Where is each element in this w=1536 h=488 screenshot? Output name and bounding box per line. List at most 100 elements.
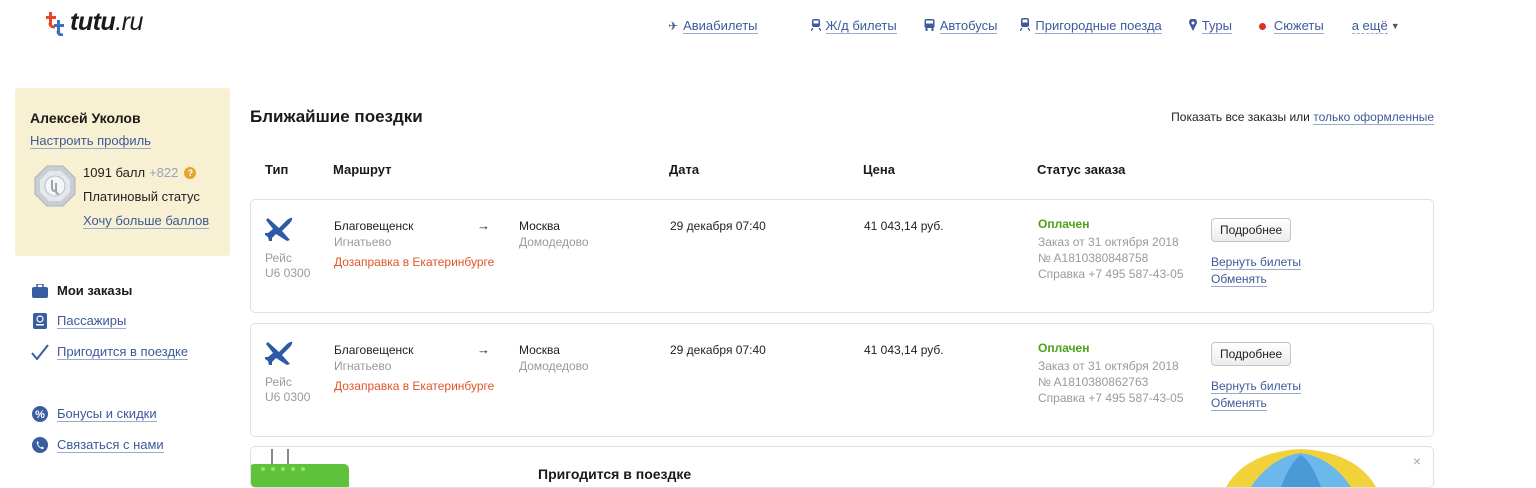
trip-date: 29 декабря 07:40: [670, 219, 766, 233]
route-from: Благовещенск: [334, 219, 414, 233]
profile-settings-link[interactable]: Настроить профиль: [30, 133, 151, 149]
column-header-route: Маршрут: [333, 162, 392, 177]
help-icon[interactable]: ?: [184, 166, 197, 179]
sidebar-item-label: Мои заказы: [57, 283, 133, 298]
trip-price: 41 043,14 руб.: [864, 219, 944, 233]
flight-info: Рейс U6 0300: [265, 251, 310, 281]
order-number: № A1810380862763: [1038, 375, 1149, 389]
sidebar-item-contact[interactable]: Связаться с нами: [31, 437, 164, 453]
column-header-status: Статус заказа: [1037, 162, 1126, 177]
flight-label: Рейс: [265, 375, 292, 389]
trip-price: 41 043,14 руб.: [864, 343, 944, 357]
details-button[interactable]: Подробнее: [1211, 218, 1292, 242]
nav-stories[interactable]: Сюжеты: [1258, 18, 1324, 34]
sidebar-item-label[interactable]: Бонусы и скидки: [57, 406, 157, 422]
order-status: Оплачен: [1038, 217, 1090, 231]
order-date: Заказ от 31 октября 2018: [1038, 359, 1179, 373]
nav-tours[interactable]: Туры: [1188, 17, 1232, 34]
top-nav: ✈ Авиабилеты Ж/д билеты Автобусы Пригоро…: [668, 17, 1400, 34]
order-meta: Заказ от 31 октября 2018 № A181038086276…: [1038, 358, 1184, 406]
order-meta: Заказ от 31 октября 2018 № A181038084875…: [1038, 234, 1184, 282]
sidebar-item-passengers[interactable]: Пассажиры: [31, 313, 127, 329]
return-tickets-link[interactable]: Вернуть билеты: [1211, 379, 1302, 394]
plane-icon: [265, 216, 293, 247]
refuel-note: Дозаправка в Екатеринбурге: [334, 379, 495, 393]
points-plus: +822: [149, 165, 179, 180]
more-points-link[interactable]: Хочу больше баллов: [83, 213, 210, 229]
nav-avia-link[interactable]: Авиабилеты: [683, 18, 758, 34]
caret-down-icon: ▼: [1390, 21, 1400, 31]
suburban-train-icon: [1019, 18, 1031, 34]
nav-tours-link[interactable]: Туры: [1201, 18, 1232, 34]
loyalty-status: Платиновый статус: [83, 189, 200, 204]
red-dot-icon: [1258, 22, 1266, 30]
profile-card: Алексей Уколов Настроить профиль 1091 ба…: [15, 88, 230, 256]
route-from-airport: Игнатьево: [334, 235, 392, 249]
route-to: Москва: [519, 343, 560, 357]
status-badge-icon: [33, 164, 77, 208]
route-to-airport: Домодедово: [519, 359, 589, 373]
show-all-prefix: Показать все заказы или: [1171, 110, 1310, 124]
tutu-logo-icon: [44, 10, 68, 36]
sidebar-item-useful[interactable]: Пригодится в поездке: [31, 344, 189, 360]
nav-bus-link[interactable]: Автобусы: [939, 18, 998, 34]
exchange-link[interactable]: Обменять: [1211, 396, 1267, 411]
exchange-link[interactable]: Обменять: [1211, 272, 1267, 287]
nav-train[interactable]: Ж/д билеты: [809, 18, 897, 34]
sidebar-item-label[interactable]: Пассажиры: [57, 313, 127, 329]
pin-icon: [1188, 17, 1197, 34]
flight-number: U6 0300: [265, 266, 311, 280]
logo-text: tutu.ru: [70, 8, 143, 36]
sidebar-item-label[interactable]: Связаться с нами: [57, 437, 164, 453]
user-name: Алексей Уколов: [30, 110, 141, 126]
nav-bus[interactable]: Автобусы: [924, 18, 998, 34]
column-header-type: Тип: [265, 162, 289, 177]
flight-label: Рейс: [265, 251, 292, 265]
sidebar-item-bonuses[interactable]: % Бонусы и скидки: [31, 406, 157, 422]
suitcase-illustration: [251, 447, 351, 487]
route-from-airport: Игнатьево: [334, 359, 392, 373]
promo-title: Пригодится в поездке: [538, 466, 692, 482]
nav-train-link[interactable]: Ж/д билеты: [825, 18, 897, 34]
close-icon[interactable]: ×: [1413, 453, 1421, 469]
flight-info: Рейс U6 0300: [265, 375, 310, 405]
phone-icon: [31, 437, 49, 453]
flight-number: U6 0300: [265, 390, 311, 404]
plane-icon: [265, 340, 293, 371]
trip-card: Рейс U6 0300 Благовещенск Игнатьево Доза…: [250, 199, 1434, 313]
sidebar-item-orders[interactable]: Мои заказы: [31, 283, 132, 298]
support-phone: Справка +7 495 587-43-05: [1038, 391, 1184, 405]
route-arrow: →: [477, 342, 490, 357]
passport-icon: [31, 313, 49, 329]
refuel-note: Дозаправка в Екатеринбурге: [334, 255, 495, 269]
percent-icon: %: [31, 406, 49, 422]
return-tickets-link[interactable]: Вернуть билеты: [1211, 255, 1302, 270]
route-arrow: →: [477, 218, 490, 233]
tutu-logo[interactable]: tutu.ru: [44, 8, 143, 37]
bus-icon: [924, 18, 935, 34]
checkmark-icon: [31, 344, 49, 360]
nav-avia[interactable]: ✈ Авиабилеты: [668, 18, 758, 34]
nav-suburban[interactable]: Пригородные поезда: [1019, 18, 1162, 34]
nav-more[interactable]: а ещё ▼: [1351, 18, 1400, 34]
nav-more-label[interactable]: а ещё: [1351, 18, 1388, 34]
trip-card: Рейс U6 0300 Благовещенск Игнатьево Доза…: [250, 323, 1434, 437]
briefcase-icon: [31, 283, 49, 298]
route-to-airport: Домодедово: [519, 235, 589, 249]
umbrella-illustration: [1226, 447, 1376, 487]
only-issued-link[interactable]: только оформленные: [1313, 110, 1434, 125]
details-button[interactable]: Подробнее: [1211, 342, 1292, 366]
train-icon: [809, 18, 822, 34]
order-number: № A1810380848758: [1038, 251, 1149, 265]
route-to: Москва: [519, 219, 560, 233]
column-header-price: Цена: [863, 162, 895, 177]
order-date: Заказ от 31 октября 2018: [1038, 235, 1179, 249]
nav-suburban-link[interactable]: Пригородные поезда: [1035, 18, 1162, 34]
support-phone: Справка +7 495 587-43-05: [1038, 267, 1184, 281]
trip-date: 29 декабря 07:40: [670, 343, 766, 357]
plane-icon: ✈: [668, 19, 679, 33]
points-value: 1091 балл: [83, 165, 146, 180]
column-header-date: Дата: [669, 162, 700, 177]
nav-stories-link[interactable]: Сюжеты: [1273, 18, 1324, 34]
sidebar-item-label[interactable]: Пригодится в поездке: [57, 344, 189, 360]
